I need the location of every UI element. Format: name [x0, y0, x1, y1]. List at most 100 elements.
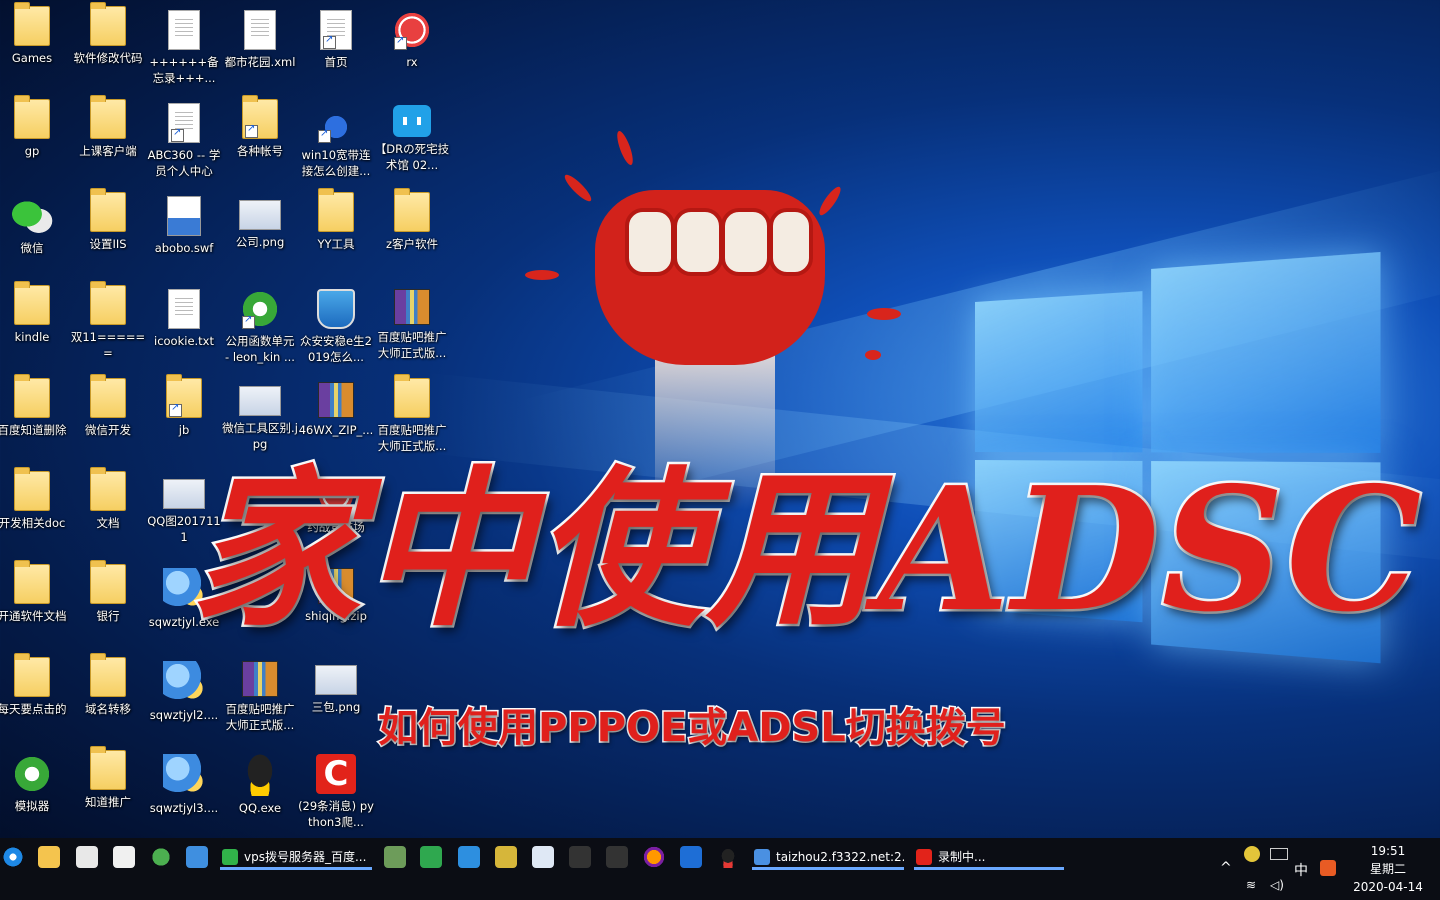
desktop-icon-dev-docs[interactable]: 开发相关doc — [0, 467, 70, 555]
folder-icon — [14, 560, 50, 604]
icon-label: 微信开发 — [85, 423, 131, 437]
folder-icon — [90, 2, 126, 46]
desktop-icon-bank[interactable]: 银行 — [70, 560, 146, 648]
task-remote-desktop[interactable]: taizhou2.f3322.net:2... — [752, 844, 904, 870]
image-file-icon — [239, 200, 281, 230]
icon-label: abobo.swf — [154, 241, 214, 255]
emulator-app-icon — [12, 754, 52, 794]
icon-label: sqwztjyl3.... — [149, 801, 219, 815]
burst-mark — [816, 184, 844, 218]
icon-label: 开通软件文档 — [0, 609, 67, 623]
desktop-icon-python-article[interactable]: (29条消息) python3爬... — [298, 748, 374, 834]
sogou-ime-icon[interactable] — [1320, 860, 1336, 876]
folder-icon — [14, 374, 50, 418]
csdn-c-icon — [316, 754, 356, 794]
desktop-icon-kindle[interactable]: kindle — [0, 281, 70, 369]
fox-app-2-icon[interactable] — [606, 846, 628, 868]
icon-label: ABC360 -- 学员个人中心 — [147, 148, 221, 178]
green-app-icon[interactable] — [150, 846, 172, 868]
desktop-icon-qq[interactable]: QQ.exe — [222, 748, 298, 834]
store-icon[interactable] — [76, 846, 98, 868]
desktop-icon-games[interactable]: Games — [0, 2, 70, 90]
image-file-icon — [239, 386, 281, 416]
ime-indicator[interactable]: 中 — [1294, 860, 1308, 880]
desktop-icon-xml[interactable]: 都市花园.xml — [222, 4, 298, 90]
task-vps-browser[interactable]: vps拨号服务器_百度... — [220, 844, 372, 870]
burst-mark — [614, 129, 636, 167]
desktop-icon-swf[interactable]: abobo.swf — [146, 190, 222, 276]
folder-icon — [394, 188, 430, 232]
desktop-icon-accounts[interactable]: 各种帐号 — [222, 95, 298, 183]
desktop-icon-rx[interactable]: rx — [374, 4, 450, 90]
desktop-icon-baidu-delete[interactable]: 百度知道删除 — [0, 374, 70, 462]
tray-plus-icon[interactable] — [1244, 846, 1260, 862]
icon-label: 文档 — [96, 516, 120, 530]
pin-app-icon[interactable] — [384, 846, 406, 868]
qq-penguin-icon — [241, 754, 279, 796]
edge-icon[interactable] — [2, 846, 24, 868]
desktop-icon-tieba-promo-1[interactable]: 百度贴吧推广大师正式版... — [374, 283, 450, 369]
file-explorer-icon[interactable] — [38, 846, 60, 868]
baidu-icon — [316, 103, 356, 143]
desktop-icon-double11[interactable]: 双11====== — [70, 281, 146, 369]
task-label: taizhou2.f3322.net:2... — [776, 850, 904, 864]
folder-icon — [14, 2, 50, 46]
chat-app-icon[interactable] — [458, 846, 480, 868]
icon-label: gp — [24, 144, 40, 158]
system-clock[interactable]: 19:51 星期二 2020-04-14 — [1346, 842, 1430, 896]
yellow-app-icon[interactable] — [495, 846, 517, 868]
desktop-icon-zhidao-promo[interactable]: 知道推广 — [70, 746, 146, 834]
desktop-icon-open-software-docs[interactable]: 开通软件文档 — [0, 560, 70, 648]
fox-app-icon[interactable] — [569, 846, 591, 868]
battery-icon[interactable] — [1270, 848, 1288, 860]
shortcut-arrow-icon — [245, 123, 258, 138]
icon-label: 软件修改代码 — [73, 51, 143, 65]
overlay-subtitle: 如何使用PPPOE或ADSL切换拨号 — [377, 704, 1008, 753]
desktop-icon-company-png[interactable]: 公司.png — [222, 190, 298, 276]
clock-date: 2020-04-14 — [1353, 880, 1423, 894]
desktop-icon-wechat-dev[interactable]: 微信开发 — [70, 374, 146, 462]
desktop-icon-iis[interactable]: 设置IIS — [70, 188, 146, 276]
shield-app-icon[interactable] — [680, 846, 702, 868]
users-app-icon — [163, 754, 205, 796]
firefox-icon[interactable] — [643, 846, 665, 868]
task-recording[interactable]: 录制中... — [914, 844, 1064, 870]
desktop-icon-wechat[interactable]: 微信 — [0, 190, 70, 276]
icon-label: 【DRの死宅技术馆 02... — [374, 142, 450, 172]
desktop-icon-emulator[interactable]: 模拟器 — [0, 748, 70, 834]
rx-app-icon — [392, 10, 432, 50]
desktop-icon-zhongan[interactable]: 众安安稳e生2019怎么... — [298, 283, 374, 369]
desktop-icon-z-client[interactable]: z客户软件 — [374, 188, 450, 276]
desktop-icon-domain-transfer[interactable]: 域名转移 — [70, 653, 146, 741]
desktop-icon-documents[interactable]: 文档 — [70, 467, 146, 555]
desktop-icon-win10-broadband[interactable]: win10宽带连接怎么创建... — [298, 97, 374, 183]
web-page-icon — [168, 103, 200, 143]
icon-label: 上课客户端 — [79, 144, 137, 158]
desktop-icon-bilibili[interactable]: 【DRの死宅技术馆 02... — [374, 97, 450, 183]
show-hidden-icons-chevron[interactable]: ^ — [1220, 860, 1232, 876]
ui-app-icon[interactable] — [532, 846, 554, 868]
desktop-icon-yy-tools[interactable]: YY工具 — [298, 188, 374, 276]
desktop-icon-home[interactable]: 首页 — [298, 4, 374, 90]
desktop-icon-abc360[interactable]: ABC360 -- 学员个人中心 — [146, 97, 222, 183]
folder-icon — [90, 374, 126, 418]
icon-label: win10宽带连接怎么创建... — [301, 148, 371, 178]
desktop-icon-gp[interactable]: gp — [0, 95, 70, 183]
desktop-icon-daily-clicks[interactable]: 每天要点击的 — [0, 653, 70, 741]
mail-icon[interactable] — [186, 846, 208, 868]
icon-label: 公用函数单元 - leon_kin ... — [225, 334, 295, 364]
desktop-icon-sqwztjyl3[interactable]: sqwztjyl3.... — [146, 748, 222, 834]
qq-icon[interactable] — [717, 846, 739, 868]
desktop-icon-class-client[interactable]: 上课客户端 — [70, 95, 146, 183]
desktop-icon-icookie[interactable]: icookie.txt — [146, 283, 222, 369]
desktop-icon-functions[interactable]: 公用函数单元 - leon_kin ... — [222, 283, 298, 369]
folder-icon — [14, 467, 50, 511]
volume-icon[interactable]: ◁) — [1270, 878, 1284, 892]
notepad-icon[interactable] — [113, 846, 135, 868]
desktop-icon-memo[interactable]: ++++++备忘录+++... — [146, 4, 222, 90]
network-app-icon[interactable] — [420, 846, 442, 868]
icon-label: 双11====== — [70, 330, 146, 360]
wifi-icon[interactable]: ≋ — [1246, 878, 1256, 892]
desktop-icon-code[interactable]: 软件修改代码 — [70, 2, 146, 90]
icon-label: 银行 — [96, 609, 120, 623]
